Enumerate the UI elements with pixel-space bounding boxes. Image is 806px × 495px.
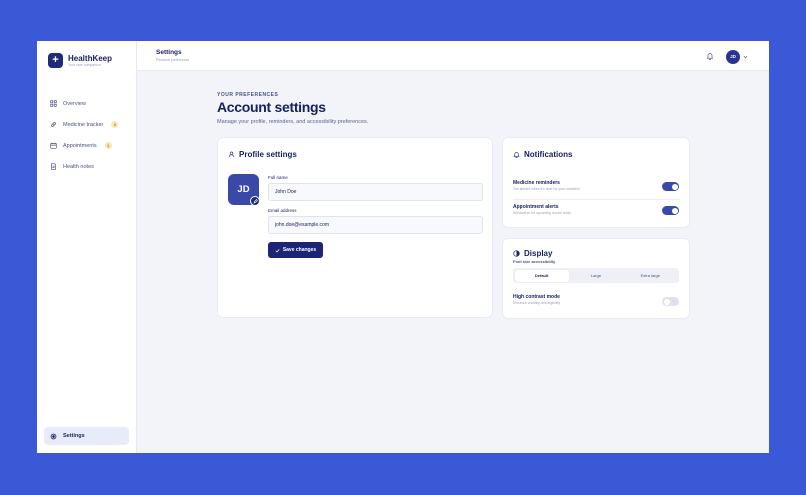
display-card-title: Display (524, 249, 553, 258)
bell-icon[interactable] (706, 52, 714, 60)
brand[interactable]: + HealthKeep Your care companion (48, 53, 112, 68)
edit-avatar-button[interactable] (250, 196, 260, 206)
sidebar-item-appointments[interactable]: Appointments 1 (45, 135, 129, 156)
check-icon (275, 248, 280, 252)
pencil-icon (252, 198, 258, 204)
calendar-icon (50, 142, 57, 149)
sidebar-nav: Overview Medicine tracker 3 Appointments… (45, 93, 129, 177)
setting-description: Get alerted when it's time for your medi… (513, 187, 581, 191)
high-contrast-toggle[interactable] (662, 297, 679, 306)
user-icon (228, 151, 235, 158)
sidebar-item-overview[interactable]: Overview (45, 93, 129, 114)
save-changes-label: Save changes (282, 247, 317, 253)
font-size-label: Font size accessibility (513, 259, 556, 264)
high-contrast-setting: High contrast mode Enhance visibility an… (513, 294, 680, 306)
topbar-subtitle: Personal preferences (156, 58, 190, 62)
medicine-count-badge: 3 (111, 121, 119, 128)
sidebar-item-label: Overview (63, 100, 86, 107)
medicine-reminders-setting: Medicine reminders Get alerted when it's… (513, 180, 680, 192)
page-title: Account settings (217, 99, 326, 115)
sidebar: + HealthKeep Your care companion Overvie… (37, 41, 137, 453)
pill-icon (50, 121, 57, 128)
topbar: Settings Personal preferences JD (137, 41, 769, 71)
setting-description: Reminders for upcoming doctor visits (513, 211, 571, 215)
notifications-card-title: Notifications (524, 150, 573, 159)
save-changes-button[interactable]: Save changes (268, 242, 323, 258)
font-size-selector: Default Large Extra large (513, 268, 679, 283)
sidebar-item-label: Settings (63, 433, 85, 439)
appointment-alerts-setting: Appointment alerts Reminders for upcomin… (513, 204, 680, 216)
contrast-icon (513, 250, 520, 257)
notifications-card: Notifications Medicine reminders Get ale… (502, 137, 690, 228)
divider (513, 199, 680, 200)
user-avatar[interactable]: JD (726, 50, 740, 64)
appointments-count-badge: 1 (104, 142, 112, 149)
font-size-option-large[interactable]: Large (569, 270, 623, 282)
font-size-option-extra-large[interactable]: Extra large (623, 270, 677, 282)
brand-name: HealthKeep (68, 53, 113, 63)
main-content: Settings Personal preferences JD YOUR PR… (137, 41, 769, 453)
bell-icon (513, 152, 520, 158)
sidebar-item-medicine-tracker[interactable]: Medicine tracker 3 (45, 114, 129, 135)
full-name-label: Full name (268, 175, 288, 180)
setting-title: Medicine reminders (513, 180, 560, 186)
profile-card-header: Profile settings (228, 150, 297, 159)
profile-card-title: Profile settings (239, 150, 297, 159)
profile-settings-card: Profile settings JD Full name Email addr… (217, 137, 493, 318)
settings-icon (50, 433, 57, 440)
full-name-input[interactable] (268, 183, 483, 201)
font-size-option-default[interactable]: Default (514, 269, 569, 282)
page-subtitle: Manage your profile, reminders, and acce… (217, 119, 369, 125)
sidebar-item-label: Appointments (63, 142, 97, 149)
setting-title: Appointment alerts (513, 204, 559, 210)
grid-icon (50, 100, 57, 107)
appointment-alerts-toggle[interactable] (662, 206, 679, 215)
sidebar-item-health-notes[interactable]: Health notes (45, 156, 129, 177)
sidebar-item-label: Medicine tracker (63, 121, 104, 128)
setting-title: High contrast mode (513, 294, 560, 300)
notifications-card-header: Notifications (513, 150, 572, 159)
display-card-header: Display (513, 249, 552, 258)
brand-tagline: Your care companion (68, 62, 101, 67)
note-icon (50, 163, 57, 170)
app-window: + HealthKeep Your care companion Overvie… (37, 41, 769, 453)
email-label: Email address (268, 208, 297, 213)
sidebar-item-settings[interactable]: Settings (44, 427, 129, 445)
email-input[interactable] (268, 216, 483, 234)
chevron-down-icon[interactable] (743, 55, 748, 59)
brand-logo-icon: + (48, 53, 63, 68)
display-card: Display Font size accessibility Default … (502, 238, 690, 319)
topbar-title: Settings (156, 49, 182, 56)
medicine-reminders-toggle[interactable] (662, 182, 679, 191)
sidebar-item-label: Health notes (63, 163, 94, 170)
page-eyebrow: YOUR PREFERENCES (217, 92, 279, 98)
setting-description: Enhance visibility and legibility (513, 301, 561, 305)
